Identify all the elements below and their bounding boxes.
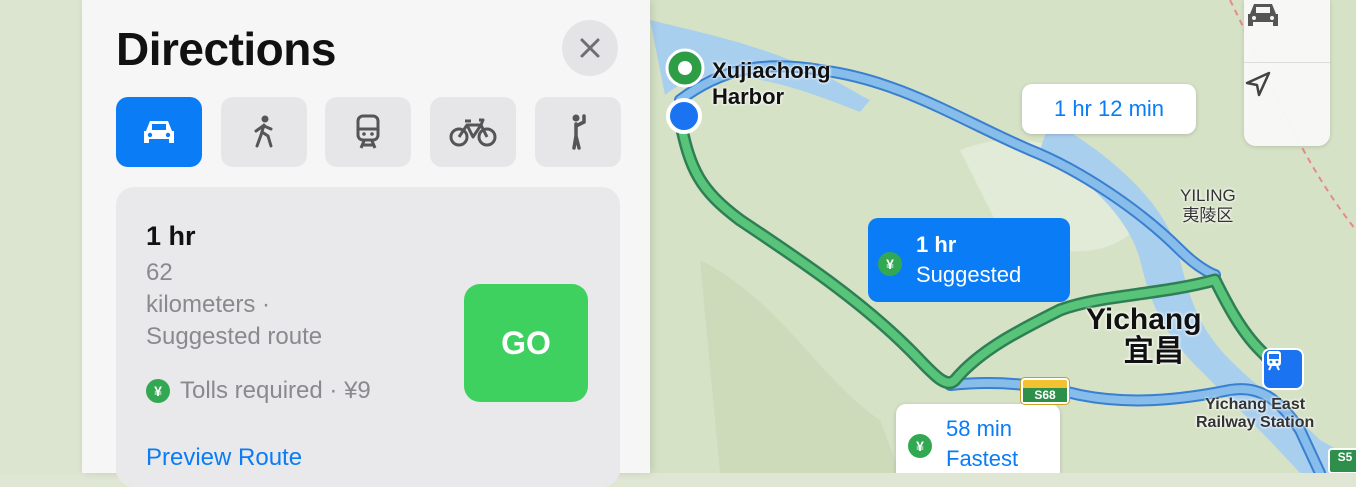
toll-icon: ¥ bbox=[878, 252, 902, 276]
car-icon bbox=[144, 121, 174, 143]
district-label: YILING 夷陵区 bbox=[1180, 186, 1236, 226]
mode-walking-button[interactable] bbox=[221, 97, 307, 167]
directions-panel: Directions 1 hr 62 kilometers · Suggeste… bbox=[82, 0, 650, 487]
highway-shield-s68: S68 bbox=[1021, 378, 1069, 404]
rideshare-icon bbox=[572, 114, 586, 150]
route-distance-unit: kilometers · bbox=[146, 291, 271, 318]
tolls-text: Tolls required · ¥9 bbox=[180, 377, 371, 404]
station-label-line2: Railway Station bbox=[1196, 414, 1315, 431]
origin-label-line1: Xujiachong bbox=[712, 58, 831, 83]
route-distance-value: 62 bbox=[146, 259, 173, 286]
station-label[interactable]: Yichang East Railway Station bbox=[1196, 396, 1314, 432]
current-location-icon bbox=[666, 98, 702, 134]
city-label-zh: 宜昌 bbox=[1123, 335, 1184, 368]
route-card[interactable]: 1 hr 62 kilometers · Suggested route ¥ T… bbox=[116, 187, 620, 487]
origin-label-line2: Harbor bbox=[712, 84, 785, 109]
bike-icon bbox=[449, 118, 497, 147]
panel-title: Directions bbox=[116, 23, 336, 75]
route-time: 1 hr bbox=[146, 221, 196, 251]
route-callout-suggested[interactable]: ¥ 1 hr Suggested bbox=[868, 218, 1070, 302]
walk-icon bbox=[254, 115, 273, 148]
route-callout-suggested-label: Suggested bbox=[916, 262, 1022, 287]
origin-label[interactable]: Xujiachong Harbor bbox=[712, 58, 831, 110]
toll-icon: ¥ bbox=[908, 434, 932, 458]
route-callout-alternate-time: 1 hr 12 min bbox=[1053, 96, 1165, 121]
toll-icon: ¥ bbox=[146, 379, 170, 403]
station-label-line1: Yichang East bbox=[1205, 396, 1306, 413]
route-type: Suggested route bbox=[146, 323, 323, 350]
route-callout-fastest-time: 58 min bbox=[946, 416, 1013, 441]
locate-me-button[interactable] bbox=[1244, 70, 1330, 136]
map-controls bbox=[1244, 0, 1330, 146]
district-label-en: YILING bbox=[1180, 186, 1236, 205]
route-callout-suggested-time: 1 hr bbox=[916, 232, 957, 257]
mode-driving-button[interactable] bbox=[116, 97, 202, 167]
tolls-info: ¥ Tolls required · ¥9 bbox=[146, 377, 371, 405]
location-arrow-icon bbox=[1245, 71, 1271, 97]
mode-transit-button[interactable] bbox=[325, 97, 411, 167]
route-callout-fastest-label: Fastest bbox=[946, 446, 1019, 471]
highway-shield-s5: S5 bbox=[1328, 448, 1356, 473]
preview-route-link[interactable]: Preview Route bbox=[146, 444, 302, 472]
mode-cycling-button[interactable] bbox=[430, 97, 516, 167]
route-callout-alternate[interactable]: 1 hr 12 min bbox=[1022, 84, 1196, 134]
city-label[interactable]: Yichang 宜昌 bbox=[1086, 304, 1202, 368]
train-station-icon[interactable] bbox=[1262, 348, 1304, 390]
go-button[interactable]: GO bbox=[464, 284, 588, 402]
route-description: 62 kilometers · Suggested route bbox=[146, 257, 406, 353]
city-label-en: Yichang bbox=[1086, 303, 1202, 336]
close-button[interactable] bbox=[562, 20, 618, 76]
train-icon bbox=[356, 114, 380, 149]
district-label-zh: 夷陵区 bbox=[1182, 206, 1234, 225]
car-icon bbox=[1248, 4, 1278, 26]
close-icon bbox=[580, 38, 600, 58]
map-mode-button[interactable] bbox=[1244, 0, 1330, 63]
mode-rideshare-button[interactable] bbox=[535, 97, 621, 167]
route-callout-fastest[interactable]: ¥ 58 min Fastest bbox=[896, 404, 1060, 473]
